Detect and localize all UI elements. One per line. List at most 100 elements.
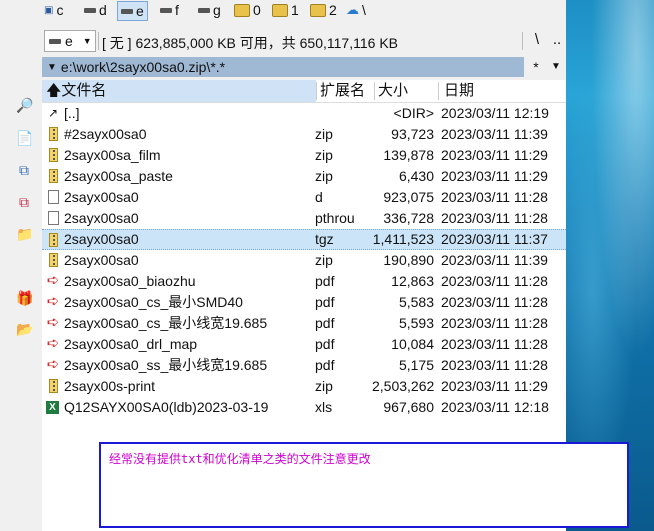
pdf-file-icon: ➪	[46, 356, 60, 373]
zip-file-icon	[49, 169, 58, 183]
note-text: 经常没有提供txt和优化清单之类的文件注意更改	[109, 452, 371, 466]
find-in-files-icon[interactable]: 📄	[16, 130, 33, 146]
folder-icon	[234, 3, 250, 17]
file-name: 2sayx00s-print	[64, 378, 156, 394]
drive-button-c[interactable]: ▣ c	[44, 1, 63, 19]
zip-file-icon	[49, 148, 58, 162]
zip-file-icon	[49, 127, 58, 141]
file-name: 2sayx00sa0_cs_最小线宽19.685	[64, 315, 268, 331]
file-ext: tgz	[315, 231, 334, 247]
file-row[interactable]: ➪ 2sayx00sa0_ss_最小线宽19.685 pdf 5,175 2023/03…	[42, 355, 566, 376]
file-name: [..]	[64, 105, 80, 121]
file-size: 5,175	[398, 357, 434, 373]
folder-icon[interactable]: 📁	[16, 226, 33, 242]
column-divider[interactable]	[438, 82, 439, 100]
compare-icon[interactable]: ⧉	[16, 194, 32, 210]
file-row[interactable]: 2sayx00s-print zip 2,503,262 2023/03/11 11:…	[42, 376, 566, 397]
file-row[interactable]: 2sayx00sa0 pthrou 336,728 2023/03/11 11:28	[42, 208, 566, 229]
drive-icon	[160, 7, 172, 13]
file-row[interactable]: ➪ 2sayx00sa0_biaozhu pdf 12,863 2023/03/11 1…	[42, 271, 566, 292]
parent-dir-button[interactable]: ..	[550, 31, 564, 48]
file-size: 1,411,523	[372, 231, 434, 247]
find-icon[interactable]: 🔎	[16, 97, 33, 113]
zip-file-icon	[49, 253, 58, 267]
column-header-date[interactable]: 日期	[440, 80, 566, 102]
file-date: 2023/03/11 11:29	[441, 147, 548, 163]
file-row[interactable]: 2sayx00sa0 d 923,075 2023/03/11 11:28	[42, 187, 566, 208]
file-name: #2sayx00sa0	[64, 126, 147, 142]
file-row[interactable]: 2sayx00sa0 zip 190,890 2023/03/11 11:39	[42, 250, 566, 271]
favorites-button[interactable]: ▼	[548, 57, 564, 77]
free-space-label: [ 无 ] 623,885,000 KB 可用，共 650,117,116 KB	[102, 35, 398, 51]
folder-button-2[interactable]: 2	[310, 1, 337, 19]
package-icon[interactable]: 🎁	[16, 290, 33, 306]
column-header-ext[interactable]: 扩展名	[318, 80, 374, 102]
file-row[interactable]: ➪ 2sayx00sa0_cs_最小线宽19.685 pdf 5,593 2023/03…	[42, 313, 566, 334]
file-row[interactable]: 2sayx00sa_paste zip 6,430 2023/03/11 11:29	[42, 166, 566, 187]
file-ext: zip	[315, 378, 333, 394]
left-toolbar: 🔎 📄 ⧉ ⧉ 📁 🎁 📂	[0, 0, 42, 531]
drive-button-e[interactable]: e	[117, 1, 148, 21]
chevron-down-icon: ▼	[82, 36, 92, 46]
file-name: 2sayx00sa0_ss_最小线宽19.685	[64, 357, 268, 373]
drive-button-g[interactable]: g	[198, 1, 221, 19]
pdf-file-icon: ➪	[46, 314, 60, 331]
history-button[interactable]: *	[526, 57, 546, 77]
pdf-file-icon: ➪	[46, 335, 60, 352]
drive-info-row: e ▼ [ 无 ] 623,885,000 KB 可用，共 650,117,11…	[42, 28, 566, 54]
file-row[interactable]: ↗ [..] <DIR> 2023/03/11 12:19	[42, 103, 566, 124]
file-row[interactable]: #2sayx00sa0 zip 93,723 2023/03/11 11:39	[42, 124, 566, 145]
sort-up-icon: 🡅	[46, 82, 62, 99]
drive-button-f[interactable]: f	[160, 1, 179, 19]
zip-file-icon	[49, 233, 58, 247]
file-date: 2023/03/11 12:18	[441, 399, 549, 415]
file-size: 139,878	[383, 147, 434, 163]
file-row[interactable]: 2sayx00sa_film zip 139,878 2023/03/11 11:29	[42, 145, 566, 166]
new-folder-icon[interactable]: 📂	[16, 321, 33, 337]
file-row[interactable]: X Q12SAYX00SA0(ldb)2023-03-19 xls 967,680 20…	[42, 397, 566, 418]
file-size: 336,728	[383, 210, 434, 226]
path-bar[interactable]: ▼ e:\work\2sayx00sa0.zip\*.*	[42, 57, 524, 77]
drive-bar: ▣ c d e f g 0 1 2 ☁ \	[42, 0, 566, 21]
file-date: 2023/03/11 11:28	[441, 189, 548, 205]
file-ext: pdf	[315, 273, 335, 289]
divider	[522, 32, 523, 50]
share-button[interactable]: ☁ \	[346, 1, 366, 19]
column-divider[interactable]	[316, 82, 317, 100]
file-row[interactable]: 2sayx00sa0 tgz 1,411,523 2023/03/11 11:37	[42, 229, 566, 250]
file-ext: xls	[315, 399, 333, 415]
file-ext: pdf	[315, 336, 335, 352]
drive-button-d[interactable]: d	[84, 1, 107, 19]
root-button[interactable]: \	[530, 31, 544, 48]
file-ext: zip	[315, 168, 333, 184]
file-ext: d	[315, 189, 323, 205]
file-size: 5,583	[398, 294, 434, 310]
file-name: Q12SAYX00SA0(ldb)2023-03-19	[64, 399, 269, 415]
drive-selector[interactable]: e ▼	[44, 30, 96, 52]
file-size: 923,075	[383, 189, 434, 205]
file-ext: pthrou	[315, 210, 355, 226]
folder-button-0[interactable]: 0	[234, 1, 261, 19]
copy-files-icon[interactable]: ⧉	[16, 162, 32, 178]
column-header-size[interactable]: 大小	[376, 80, 438, 102]
file-row[interactable]: ➪ 2sayx00sa0_drl_map pdf 10,084 2023/03/11 1…	[42, 334, 566, 355]
file-date: 2023/03/11 11:28	[441, 210, 548, 226]
file-size: 5,593	[398, 315, 434, 331]
file-date: 2023/03/11 11:28	[441, 273, 548, 289]
file-size: 93,723	[391, 126, 434, 142]
file-date: 2023/03/11 11:28	[441, 315, 548, 331]
file-ext: pdf	[315, 357, 335, 373]
file-size: 967,680	[383, 399, 434, 415]
file-name: 2sayx00sa0_biaozhu	[64, 273, 196, 289]
folder-icon	[310, 3, 326, 17]
column-header-name[interactable]: 🡅文件名	[42, 80, 316, 102]
file-row[interactable]: ➪ 2sayx00sa0_cs_最小SMD40 pdf 5,583 2023/03/11…	[42, 292, 566, 313]
file-date: 2023/03/11 11:37	[441, 231, 548, 247]
folder-button-1[interactable]: 1	[272, 1, 299, 19]
file-name: 2sayx00sa_paste	[64, 168, 173, 184]
file-name: 2sayx00sa0	[64, 231, 139, 247]
xls-file-icon: X	[46, 401, 59, 414]
chevron-down-icon[interactable]: ▼	[47, 62, 57, 73]
file-size: 6,430	[398, 168, 434, 184]
column-divider[interactable]	[374, 82, 375, 100]
